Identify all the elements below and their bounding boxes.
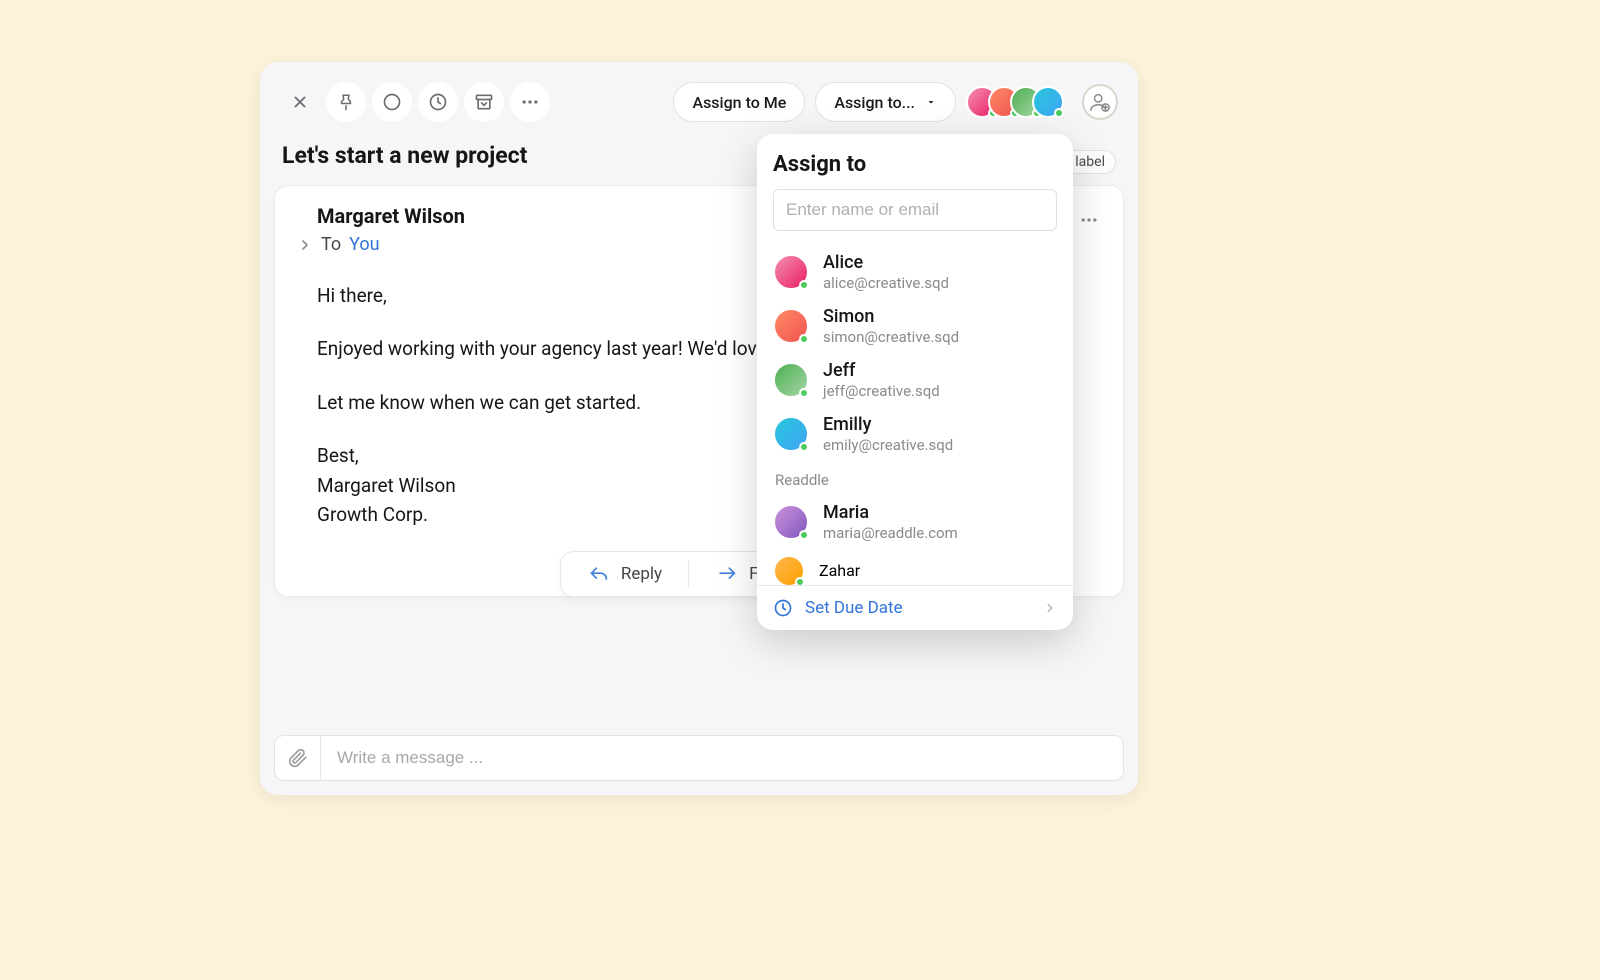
chevron-right-icon (1043, 601, 1057, 615)
reply-label: Reply (621, 564, 662, 584)
more-actions-button[interactable] (510, 82, 550, 122)
composer-bar (274, 735, 1124, 781)
toolbar-left (280, 82, 550, 122)
assign-to-label: Assign to... (834, 93, 915, 112)
contact-name: Maria (823, 502, 958, 523)
clock-icon (428, 92, 448, 112)
sig-line: Growth Corp. (317, 503, 428, 526)
reply-button[interactable]: Reply (561, 552, 688, 596)
assign-to-me-label: Assign to Me (692, 93, 786, 112)
composer-input[interactable] (321, 748, 1123, 768)
contact-row[interactable]: Simonsimon@creative.sqd (773, 299, 1057, 353)
presence-dot (799, 334, 809, 344)
presence-dot (1054, 108, 1064, 118)
assign-to-popover: Assign to Alicealice@creative.sqd Simonsi… (757, 134, 1073, 630)
contact-name: Jeff (823, 360, 940, 381)
assignee-avatar-stack (966, 86, 1064, 118)
presence-dot (799, 530, 809, 540)
contact-name: Zahar (819, 561, 860, 580)
contact-email: maria@readdle.com (823, 524, 958, 542)
archive-button[interactable] (464, 82, 504, 122)
email-window: Assign to Me Assign to... label Let's st… (260, 62, 1138, 795)
contact-text: Mariamaria@readdle.com (823, 502, 958, 542)
sig-line: Margaret Wilson (317, 474, 456, 497)
contact-group-label: Readdle (773, 461, 1057, 495)
contact-text: Alicealice@creative.sqd (823, 252, 949, 292)
set-due-date-button[interactable]: Set Due Date (757, 585, 1073, 630)
attach-button[interactable] (275, 736, 321, 780)
recipient-prefix: To (321, 234, 341, 255)
presence-dot (799, 280, 809, 290)
contact-email: emily@creative.sqd (823, 436, 953, 454)
contact-text: Jeffjeff@creative.sqd (823, 360, 940, 400)
ellipsis-icon (1079, 210, 1099, 230)
contact-text: Zahar (819, 561, 860, 580)
message-more-button[interactable] (1073, 204, 1105, 236)
assign-search-input[interactable] (773, 189, 1057, 231)
pin-icon (337, 93, 355, 111)
avatar (773, 254, 809, 290)
contact-email: jeff@creative.sqd (823, 382, 940, 400)
avatar (773, 504, 809, 540)
avatar (773, 416, 809, 452)
avatar[interactable] (1032, 86, 1064, 118)
chevron-down-icon (925, 96, 937, 108)
contact-row[interactable]: Jeffjeff@creative.sqd (773, 353, 1057, 407)
recipient-you[interactable]: You (349, 234, 379, 255)
chevron-right-icon[interactable] (297, 237, 313, 253)
archive-icon (474, 92, 494, 112)
ellipsis-icon (520, 92, 540, 112)
set-due-date-label: Set Due Date (805, 598, 903, 618)
add-assignee-button[interactable] (1082, 84, 1118, 120)
contact-name: Emilly (823, 414, 953, 435)
forward-icon (715, 564, 739, 584)
snooze-button[interactable] (418, 82, 458, 122)
clock-icon (773, 598, 793, 618)
toolbar: Assign to Me Assign to... (260, 62, 1138, 130)
close-button[interactable] (280, 82, 320, 122)
close-icon (291, 93, 309, 111)
contact-email: alice@creative.sqd (823, 274, 949, 292)
popover-title: Assign to (773, 152, 1057, 177)
circle-icon (382, 92, 402, 112)
contact-name: Alice (823, 252, 949, 273)
contact-row[interactable]: Alicealice@creative.sqd (773, 245, 1057, 299)
status-circle-button[interactable] (372, 82, 412, 122)
presence-dot (799, 388, 809, 398)
contact-text: Emillyemily@creative.sqd (823, 414, 953, 454)
avatar (773, 555, 805, 586)
toolbar-right: Assign to Me Assign to... (673, 82, 1118, 122)
contact-text: Simonsimon@creative.sqd (823, 306, 959, 346)
paperclip-icon (288, 748, 308, 768)
sig-line: Best, (317, 444, 359, 467)
contact-email: simon@creative.sqd (823, 328, 959, 346)
contact-row[interactable]: Zahar (773, 549, 1057, 585)
assign-to-me-button[interactable]: Assign to Me (673, 82, 805, 122)
contact-row[interactable]: Emillyemily@creative.sqd (773, 407, 1057, 461)
assign-to-button[interactable]: Assign to... (815, 82, 956, 122)
presence-dot (799, 442, 809, 452)
add-person-icon (1089, 91, 1111, 113)
avatar (773, 362, 809, 398)
contact-row[interactable]: Mariamaria@readdle.com (773, 495, 1057, 549)
avatar (773, 308, 809, 344)
contact-name: Simon (823, 306, 959, 327)
reply-icon (587, 564, 611, 584)
pin-button[interactable] (326, 82, 366, 122)
presence-dot (795, 577, 805, 586)
